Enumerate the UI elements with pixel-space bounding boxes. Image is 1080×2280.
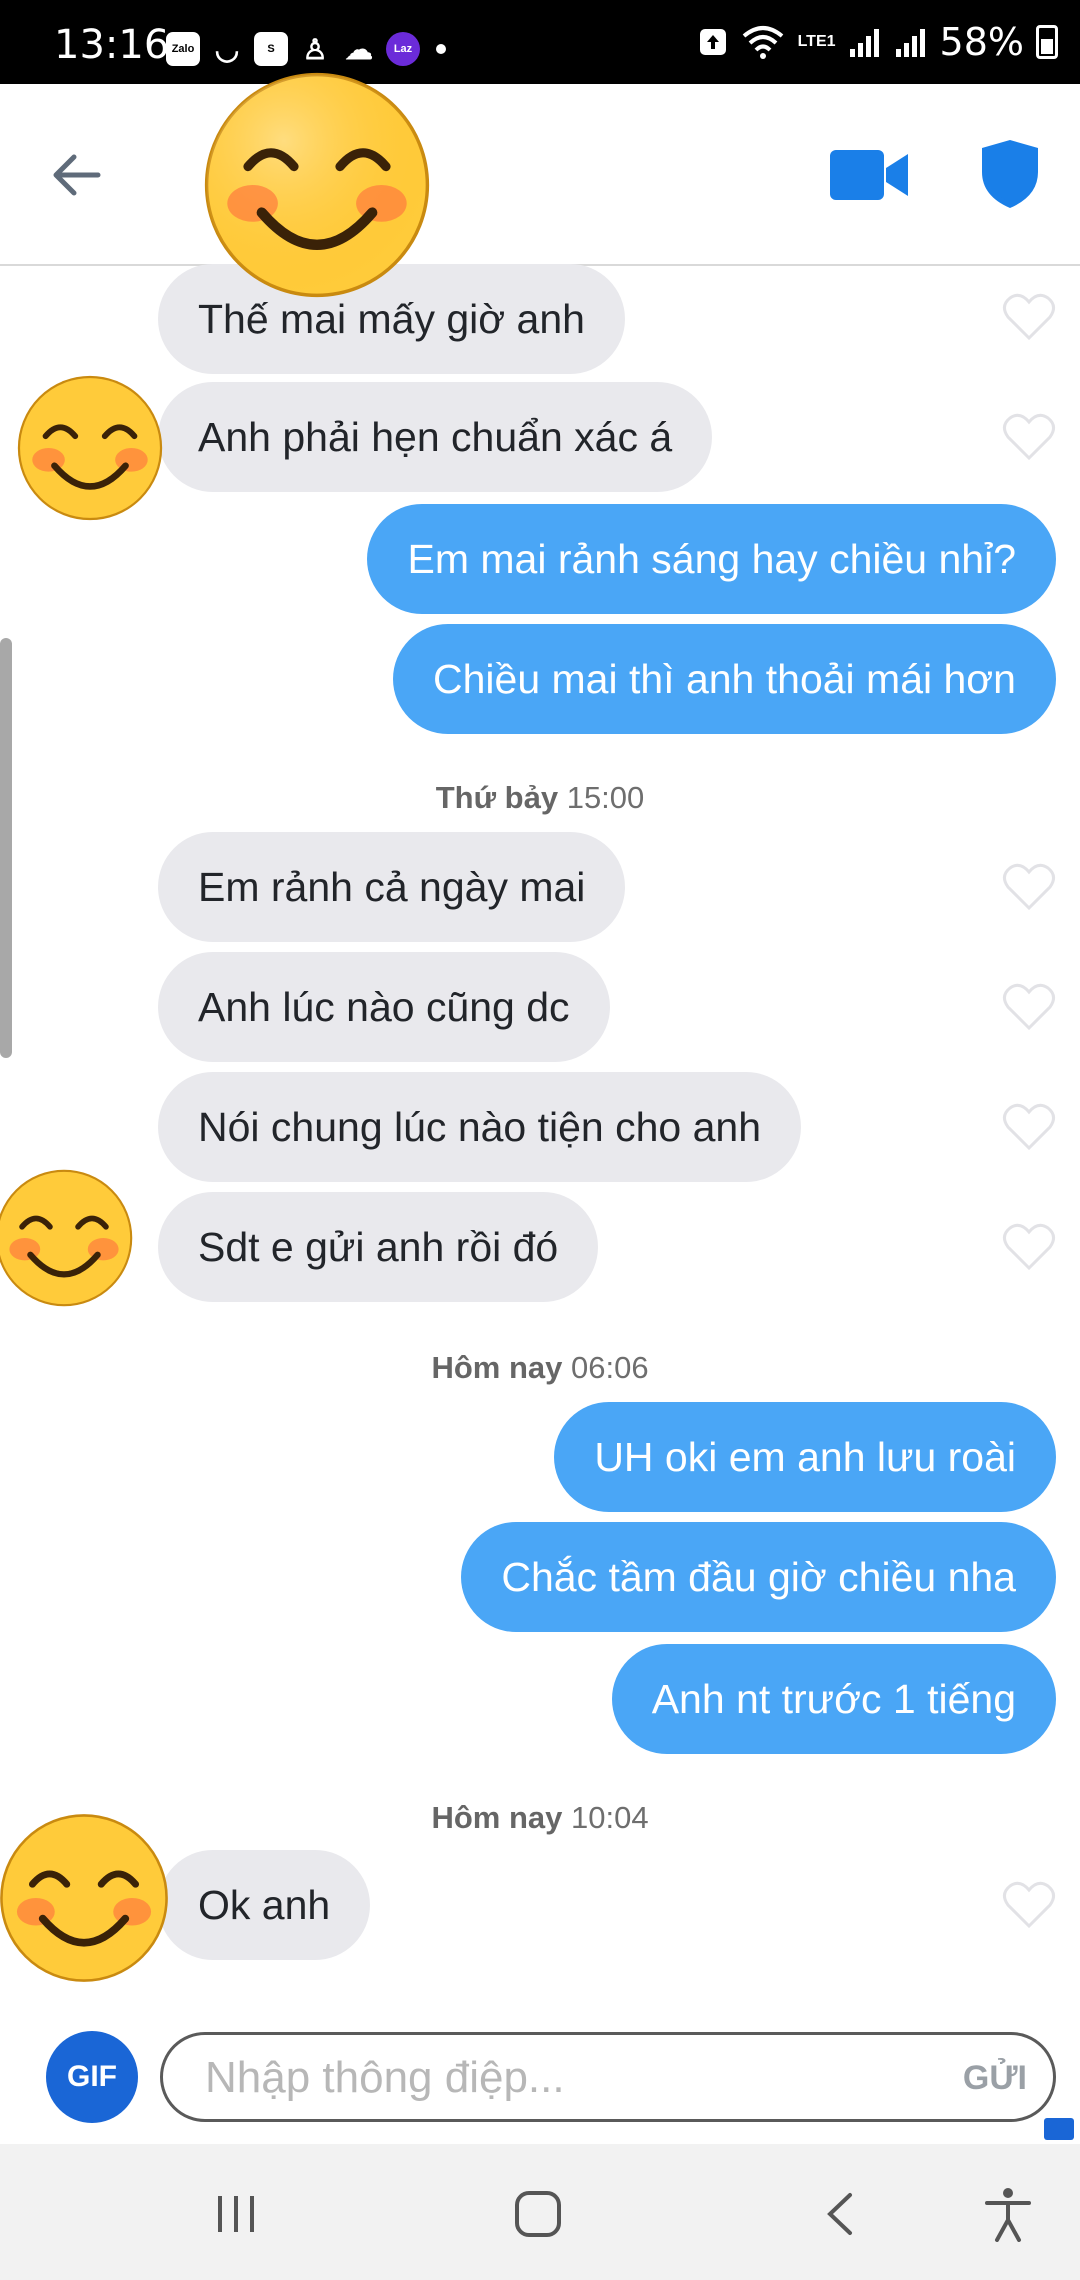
chat-header <box>0 84 1080 266</box>
shopee-icon: S <box>254 32 288 66</box>
person-icon: ♙ <box>302 33 328 65</box>
incoming-message[interactable]: Nói chung lúc nào tiện cho anh <box>158 1072 802 1182</box>
gif-button[interactable]: GIF <box>46 2031 138 2123</box>
heart-icon[interactable] <box>1002 1222 1056 1272</box>
heart-icon[interactable] <box>1002 292 1056 342</box>
upload-icon <box>699 29 726 55</box>
message-text: Sdt e gửi anh rồi đó <box>198 1223 559 1270</box>
keyboard-badge-icon <box>1044 2118 1074 2140</box>
outgoing-message[interactable]: Chiều mai thì anh thoải mái hơn <box>393 624 1056 734</box>
battery-icon <box>1036 25 1058 59</box>
message-text: Anh lúc nào cũng dc <box>198 983 570 1030</box>
recent-apps-icon <box>218 2196 254 2232</box>
message-text: Chiều mai thì anh thoải mái hơn <box>433 655 1016 702</box>
message-text: Nói chung lúc nào tiện cho anh <box>198 1103 762 1150</box>
message-text: Em mai rảnh sáng hay chiều nhỉ? <box>407 535 1016 582</box>
back-button[interactable] <box>44 142 110 208</box>
message-text: Ok anh <box>198 1881 331 1928</box>
outgoing-message[interactable]: Anh nt trước 1 tiếng <box>611 1644 1056 1754</box>
arrow-left-icon <box>53 154 101 196</box>
battery-percent: 58% <box>939 20 1024 64</box>
outgoing-message[interactable]: UH oki em anh lưu roài <box>554 1402 1056 1512</box>
timestamp-time: 15:00 <box>566 780 645 815</box>
incoming-message[interactable]: Anh phải hẹn chuẩn xác á <box>158 382 713 492</box>
heart-icon[interactable] <box>1002 862 1056 912</box>
system-nav-bar <box>0 2144 1080 2280</box>
message-list[interactable]: Thế mai mấy giờ anh Anh phải hẹn chuẩn x… <box>0 264 1080 2006</box>
match-avatar-icon[interactable] <box>202 70 432 300</box>
network-label: LTE1 <box>797 33 836 50</box>
input-placeholder: Nhập thông điệp... <box>205 2053 565 2102</box>
accessibility-button[interactable] <box>978 2184 1038 2244</box>
timestamp: Thứ bảy 15:00 <box>0 780 1080 816</box>
heart-icon[interactable] <box>1002 412 1056 462</box>
heart-icon[interactable] <box>1002 1102 1056 1152</box>
signal-icon-2 <box>895 29 925 57</box>
sender-avatar-icon[interactable] <box>0 1812 170 1984</box>
outgoing-message[interactable]: Em mai rảnh sáng hay chiều nhỉ? <box>367 504 1056 614</box>
recent-apps-button[interactable] <box>206 2184 266 2244</box>
home-icon <box>515 2191 561 2237</box>
sender-avatar-icon[interactable] <box>16 374 164 522</box>
safety-button[interactable] <box>978 138 1042 210</box>
bag-icon: ◡ <box>214 33 240 65</box>
outgoing-message[interactable]: Chắc tầm đầu giờ chiều nha <box>461 1522 1056 1632</box>
incoming-message[interactable]: Sdt e gửi anh rồi đó <box>158 1192 599 1302</box>
zalo-icon: Zalo <box>166 32 200 66</box>
message-text: Anh nt trước 1 tiếng <box>651 1675 1016 1722</box>
incoming-message[interactable]: Ok anh <box>158 1850 371 1960</box>
timestamp-time: 10:04 <box>570 1800 649 1835</box>
wifi-icon <box>742 26 783 59</box>
notification-icons: Zalo ◡ S ♙ ☁ Laz <box>166 30 446 68</box>
message-text: Thế mai mấy giờ anh <box>198 295 585 342</box>
heart-icon[interactable] <box>1002 982 1056 1032</box>
incoming-message[interactable]: Em rảnh cả ngày mai <box>158 832 626 942</box>
back-chevron-icon <box>827 2193 852 2235</box>
incoming-message[interactable]: Anh lúc nào cũng dc <box>158 952 610 1062</box>
heart-icon[interactable] <box>1002 1880 1056 1930</box>
scrollbar-thumb[interactable] <box>0 638 12 1058</box>
message-input[interactable]: Nhập thông điệp... GỬI <box>160 2032 1056 2122</box>
message-text: UH oki em anh lưu roài <box>594 1433 1016 1480</box>
cloud-icon: ☁ <box>345 33 373 65</box>
back-nav-button[interactable] <box>810 2184 870 2244</box>
timestamp-day: Thứ bảy <box>435 780 559 815</box>
status-bar: 13:16 Zalo ◡ S ♙ ☁ Laz LTE1 58% <box>0 0 1080 84</box>
home-button[interactable] <box>508 2184 568 2244</box>
video-camera-icon <box>830 150 908 200</box>
message-text: Anh phải hẹn chuẩn xác á <box>198 413 673 460</box>
message-text: Chắc tầm đầu giờ chiều nha <box>501 1553 1016 1600</box>
accessibility-icon <box>985 2188 1031 2242</box>
timestamp-day: Hôm nay <box>431 1800 563 1835</box>
lazada-icon: Laz <box>386 32 420 66</box>
more-notifications-dot <box>436 44 446 54</box>
video-call-button[interactable] <box>828 146 910 204</box>
timestamp-time: 06:06 <box>570 1350 649 1385</box>
send-button[interactable]: GỬI <box>963 2059 1027 2098</box>
timestamp-day: Hôm nay <box>431 1350 563 1385</box>
sender-avatar-icon[interactable] <box>0 1168 134 1308</box>
status-time: 13:16 <box>54 22 170 68</box>
system-status-icons: LTE1 58% <box>698 20 1058 64</box>
message-text: Em rảnh cả ngày mai <box>198 863 586 910</box>
timestamp: Hôm nay 06:06 <box>0 1350 1080 1386</box>
shield-icon <box>982 140 1038 208</box>
signal-icon <box>849 29 879 57</box>
